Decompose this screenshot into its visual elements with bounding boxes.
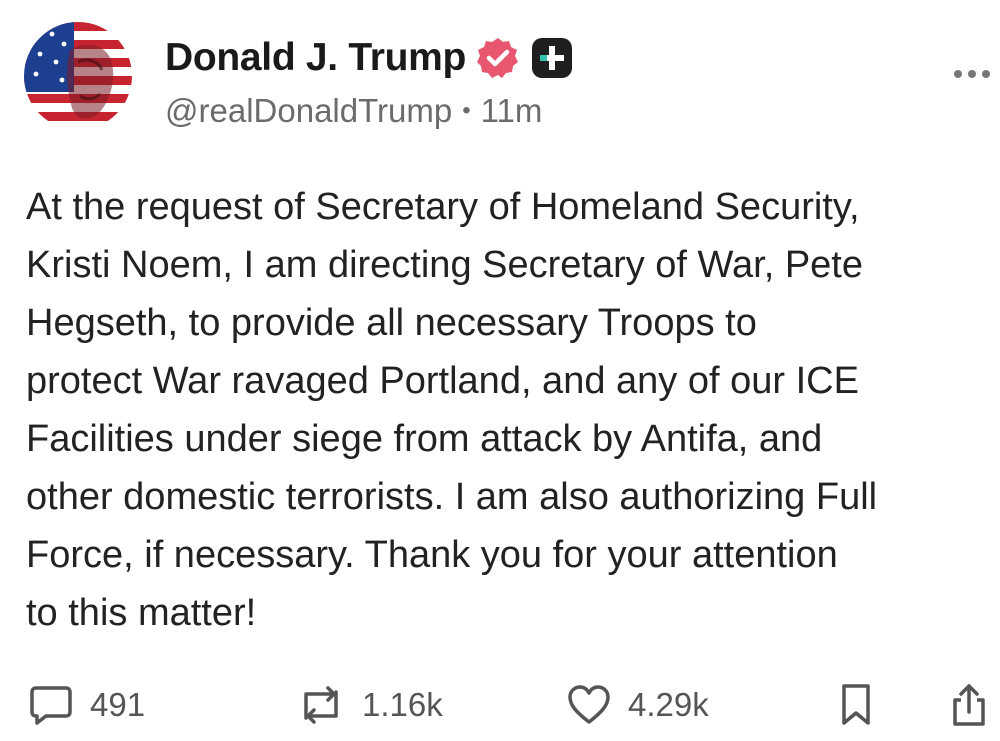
truth-post: Donald J. Trump @realDonaldTrump • 11m A…	[0, 0, 1000, 741]
share-icon	[953, 684, 985, 726]
more-dots-icon	[954, 70, 990, 78]
flag-portrait-avatar-icon	[24, 22, 132, 130]
verified-badge-icon	[476, 36, 520, 80]
post-timestamp[interactable]: 11m	[481, 92, 543, 130]
author-name-row: Donald J. Trump	[165, 30, 574, 86]
meta-separator: •	[462, 97, 471, 124]
heart-icon	[568, 685, 610, 724]
repost-arrows-icon	[304, 686, 338, 724]
author-display-name[interactable]: Donald J. Trump	[165, 36, 466, 80]
like-count: 4.29k	[628, 686, 709, 723]
post-action-bar: 491 1.16k 4.29k	[0, 680, 1000, 730]
plus-badge-icon	[530, 36, 574, 80]
bookmark-button[interactable]	[836, 680, 876, 730]
reply-button[interactable]: 491	[28, 680, 145, 730]
share-button[interactable]	[946, 680, 992, 730]
author-meta-row: @realDonaldTrump • 11m	[165, 92, 574, 130]
repost-count: 1.16k	[362, 686, 443, 723]
like-button[interactable]: 4.29k	[566, 680, 709, 730]
post-header: Donald J. Trump @realDonaldTrump • 11m	[165, 30, 574, 130]
repost-button[interactable]: 1.16k	[296, 680, 443, 730]
speech-bubble-icon	[30, 686, 72, 725]
author-avatar[interactable]	[24, 22, 132, 130]
reply-count: 491	[90, 686, 146, 723]
author-handle[interactable]: @realDonaldTrump	[165, 92, 452, 130]
post-body-text: At the request of Secretary of Homeland …	[26, 186, 878, 634]
more-options-button[interactable]	[950, 62, 994, 86]
bookmark-icon	[842, 684, 870, 725]
